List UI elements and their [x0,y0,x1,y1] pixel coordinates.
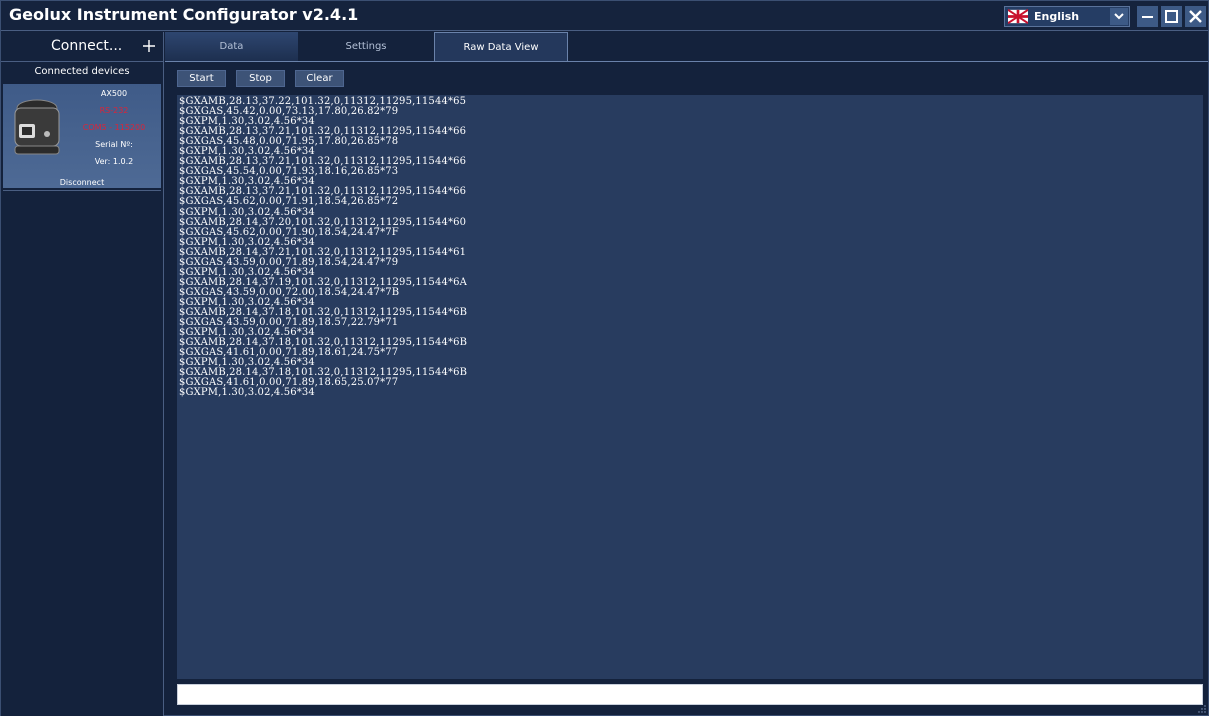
log-line: $GXGAS,41.61,0.00,71.89,18.65,25.07*77 [179,377,399,389]
log-line: $GXGAS,45.42,0.00,73.13,17.80,26.82*79 [179,106,399,118]
tab-bar: Data Settings Raw Data View [165,32,1208,62]
device-version: Ver: 1.0.2 [94,157,134,166]
minimize-icon [1142,16,1153,18]
log-line: $GXPM,1.30,3.02,4.56*34 [179,387,315,399]
close-button[interactable] [1185,6,1206,27]
device-sensor-icon [14,99,60,155]
log-line: $GXGAS,43.59,0.00,71.89,18.54,24.47*79 [179,256,399,268]
app-window: Geolux Instrument Configurator v2.4.1 En… [0,0,1209,716]
stop-button[interactable]: Stop [236,70,285,87]
log-line: $GXGAS,43.59,0.00,71.89,18.57,22.79*71 [179,317,399,329]
raw-data-log[interactable]: $GXAMB,28.13,37.22,101.32,0,11312,11295,… [177,95,1203,679]
device-model: AX500 [100,89,128,98]
minimize-button[interactable] [1137,6,1158,27]
uk-flag-icon [1008,9,1028,24]
tab-settings[interactable]: Settings [298,32,434,61]
device-port: COM5 - 115200 [82,123,146,132]
log-line: $GXGAS,45.48,0.00,71.95,17.80,26.85*78 [179,136,399,148]
connect-button[interactable]: Connect... [1,32,163,62]
language-select[interactable]: English [1004,6,1130,27]
log-line: $GXGAS,41.61,0.00,71.89,18.61,24.75*77 [179,347,399,359]
disconnect-button[interactable]: Disconnect [3,178,161,187]
resize-grip-icon[interactable] [1198,705,1206,713]
maximize-icon [1165,10,1178,23]
device-protocol: RS-232 [99,106,129,115]
start-button[interactable]: Start [177,70,226,87]
sidebar-divider [3,190,161,191]
window-title: Geolux Instrument Configurator v2.4.1 [9,5,359,24]
language-label: English [1034,10,1080,23]
connected-devices-header: Connected devices [34,66,130,77]
log-line: $GXGAS,45.62,0.00,71.91,18.54,26.85*72 [179,196,399,208]
tab-data[interactable]: Data [165,32,298,61]
log-line: $GXGAS,45.62,0.00,71.90,18.54,24.47*7F [179,226,399,238]
clear-button[interactable]: Clear [295,70,344,87]
language-dropdown-button[interactable] [1110,8,1128,25]
sidebar: Connect... Connected devices AX500 RS-23… [1,32,164,716]
log-line: $GXGAS,45.54,0.00,71.93,18.16,26.85*73 [179,166,399,178]
device-serial-label: Serial Nº: [95,140,133,149]
connect-label: Connect... [51,38,123,54]
log-line: $GXGAS,43.59,0.00,72.00,18.54,24.47*7B [179,286,400,298]
tab-raw-data-view[interactable]: Raw Data View [434,32,568,61]
title-bar: Geolux Instrument Configurator v2.4.1 En… [1,1,1208,31]
maximize-button[interactable] [1161,6,1182,27]
close-icon [1189,10,1202,23]
plus-icon[interactable] [141,38,157,54]
command-input[interactable] [177,684,1203,705]
device-card[interactable]: AX500 RS-232 COM5 - 115200 Serial Nº: Ve… [3,84,161,188]
chevron-down-icon [1114,13,1124,20]
